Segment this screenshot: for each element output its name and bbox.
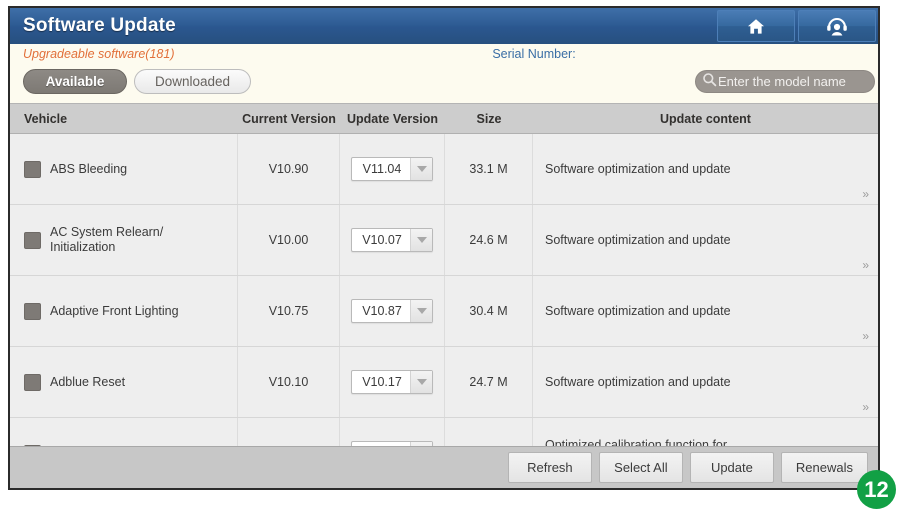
row-checkbox[interactable] — [24, 161, 41, 178]
search-icon — [702, 72, 717, 92]
column-header-update-content: Update content — [533, 112, 878, 126]
chevron-down-icon[interactable] — [410, 158, 432, 180]
action-toolbar: Refresh Select All Update Renewals — [10, 446, 878, 488]
cell-size: 33.1 M — [445, 134, 533, 204]
expand-content-icon[interactable]: » — [862, 401, 869, 413]
cell-update-version: V10.17 — [340, 347, 445, 417]
table-header-row: Vehicle Current Version Update Version S… — [10, 103, 878, 134]
cell-update-version: V11.04 — [340, 134, 445, 204]
row-checkbox[interactable] — [24, 232, 41, 249]
title-bar-actions — [717, 10, 876, 42]
update-version-select[interactable]: V10.17 — [351, 370, 433, 394]
refresh-button[interactable]: Refresh — [508, 452, 592, 483]
software-table: Vehicle Current Version Update Version S… — [10, 103, 878, 457]
column-header-current-version: Current Version — [238, 112, 340, 126]
cell-update-version: V10.07 — [340, 205, 445, 275]
expand-content-icon[interactable]: » — [862, 330, 869, 342]
vehicle-name: Adaptive Front Lighting — [50, 304, 179, 319]
serial-number-label: Serial Number: — [10, 47, 878, 61]
search-input[interactable]: Enter the model name — [695, 70, 875, 93]
vehicle-name: AC System Relearn/ Initialization — [50, 225, 163, 255]
update-version-value: V10.07 — [352, 233, 410, 247]
info-strip: Upgradeable software(181) Serial Number: — [10, 44, 878, 67]
screen-root: Software Update — [0, 0, 900, 521]
row-checkbox[interactable] — [24, 303, 41, 320]
cell-vehicle: Adaptive Front Lighting — [10, 276, 238, 346]
cell-current-version: V10.10 — [238, 347, 340, 417]
chevron-down-icon[interactable] — [410, 371, 432, 393]
update-version-value: V10.87 — [352, 304, 410, 318]
home-button[interactable] — [717, 10, 795, 42]
page-title: Software Update — [23, 15, 176, 37]
update-content-text: Software optimization and update — [545, 233, 731, 248]
table-row[interactable]: AC System Relearn/ Initialization V10.00… — [10, 205, 878, 276]
expand-content-icon[interactable]: » — [862, 259, 869, 271]
cell-vehicle: AC System Relearn/ Initialization — [10, 205, 238, 275]
search-placeholder: Enter the model name — [718, 74, 846, 89]
cell-update-version: V10.87 — [340, 276, 445, 346]
home-icon — [747, 18, 765, 35]
chevron-down-icon[interactable] — [410, 300, 432, 322]
vehicle-name: Adblue Reset — [50, 375, 125, 390]
title-bar: Software Update — [10, 8, 878, 44]
cell-update-content: Software optimization and update » — [533, 347, 878, 417]
vehicle-name: ABS Bleeding — [50, 162, 127, 177]
cell-update-content: Software optimization and update » — [533, 205, 878, 275]
cell-size: 24.7 M — [445, 347, 533, 417]
column-header-size: Size — [445, 112, 533, 126]
filter-bar: Available Downloaded Enter the model nam… — [10, 67, 878, 103]
chevron-down-icon[interactable] — [410, 229, 432, 251]
update-content-text: Software optimization and update — [545, 375, 731, 390]
headset-support-icon — [826, 17, 848, 36]
cell-vehicle: Adblue Reset — [10, 347, 238, 417]
renewals-button[interactable]: Renewals — [781, 452, 868, 483]
table-row[interactable]: ABS Bleeding V10.90 V11.04 33.1 M Softwa… — [10, 134, 878, 205]
column-header-vehicle: Vehicle — [10, 112, 238, 126]
cell-size: 30.4 M — [445, 276, 533, 346]
cell-update-content: Software optimization and update » — [533, 276, 878, 346]
update-version-value: V11.04 — [352, 162, 410, 176]
cell-size: 24.6 M — [445, 205, 533, 275]
step-badge: 12 — [857, 470, 896, 509]
tab-available[interactable]: Available — [23, 69, 127, 94]
software-update-window: Software Update — [8, 6, 880, 490]
cell-current-version: V10.00 — [238, 205, 340, 275]
row-checkbox[interactable] — [24, 374, 41, 391]
table-row[interactable]: Adaptive Front Lighting V10.75 V10.87 30… — [10, 276, 878, 347]
expand-content-icon[interactable]: » — [862, 188, 869, 200]
tab-downloaded[interactable]: Downloaded — [134, 69, 251, 94]
column-header-update-version: Update Version — [340, 112, 445, 126]
table-row[interactable]: Adblue Reset V10.10 V10.17 24.7 M Softwa… — [10, 347, 878, 418]
update-button[interactable]: Update — [690, 452, 774, 483]
cell-current-version: V10.90 — [238, 134, 340, 204]
support-button[interactable] — [798, 10, 876, 42]
select-all-button[interactable]: Select All — [599, 452, 683, 483]
update-content-text: Software optimization and update — [545, 162, 731, 177]
cell-vehicle: ABS Bleeding — [10, 134, 238, 204]
update-version-value: V10.17 — [352, 375, 410, 389]
cell-current-version: V10.75 — [238, 276, 340, 346]
update-version-select[interactable]: V10.87 — [351, 299, 433, 323]
update-content-text: Software optimization and update — [545, 304, 731, 319]
update-version-select[interactable]: V10.07 — [351, 228, 433, 252]
cell-update-content: Software optimization and update » — [533, 134, 878, 204]
update-version-select[interactable]: V11.04 — [351, 157, 433, 181]
tab-group: Available Downloaded — [23, 69, 251, 94]
